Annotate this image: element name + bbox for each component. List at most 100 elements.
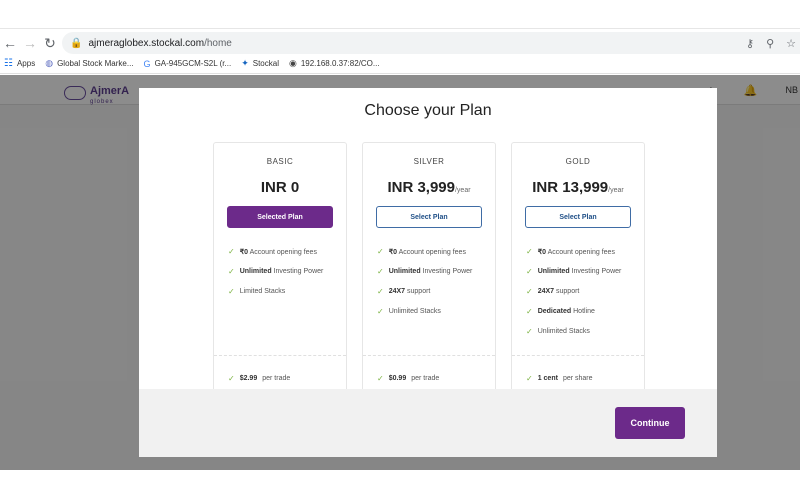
feature-rest: Limited Stacks <box>239 288 286 295</box>
feature-rest: support <box>556 288 580 295</box>
checkmark-icon: ✓ <box>377 267 384 276</box>
bookmarks-bar: ☷ Apps ◍ Global Stock Marke... G GA-945GCM-S2… <box>0 54 800 74</box>
plan-feature: ✓ Unlimited Investing Power <box>377 267 472 276</box>
feature-highlight: 24X7 <box>537 288 555 295</box>
gigabyte-icon: G <box>143 58 151 69</box>
select-plan-button[interactable]: Select Plan <box>376 206 482 228</box>
trade-fee-unit: per trade <box>411 375 440 382</box>
feature-text: ₹0 Account opening fees <box>538 248 615 256</box>
plan-price: INR 13,999/year <box>512 179 644 196</box>
checkmark-icon: ✓ <box>526 307 533 316</box>
plan-price-period: /year <box>454 187 471 194</box>
checkmark-icon: ✓ <box>526 374 533 383</box>
plan-card-basic[interactable]: BASIC INR 0 Selected Plan ✓ ₹0 Account openi… <box>213 142 347 402</box>
plan-feature: ✓ ₹0 Account opening fees <box>228 247 317 256</box>
globe-icon: ◍ <box>45 58 54 68</box>
checkmark-icon: ✓ <box>377 374 384 383</box>
plan-trade-fee: ✓ 1 cent per share <box>526 374 593 383</box>
feature-highlight: ₹0 <box>388 248 398 256</box>
bookmark-item[interactable]: ✦ Stockal <box>241 58 279 69</box>
feature-highlight: Unlimited <box>388 268 421 275</box>
feature-rest: Hotline <box>573 308 595 315</box>
plan-feature: ✓ Limited Stacks <box>228 287 285 296</box>
reload-icon[interactable]: ↻ <box>40 33 60 53</box>
checkmark-icon: ✓ <box>228 287 235 296</box>
feature-rest: support <box>407 288 431 295</box>
feature-text: ₹0 Account opening fees <box>240 248 317 256</box>
forward-arrow-icon[interactable]: → <box>20 33 40 53</box>
feature-rest: Unlimited Stacks <box>537 328 590 335</box>
back-arrow-icon[interactable]: ← <box>0 33 20 53</box>
feature-text: Unlimited Investing Power <box>240 268 324 275</box>
plan-price-value: INR 3,999 <box>387 179 455 196</box>
feature-text: Unlimited Stacks <box>538 328 590 335</box>
feature-highlight: ₹0 <box>239 248 249 256</box>
feature-rest: Account opening fees <box>249 248 317 256</box>
choose-plan-modal: Choose your Plan BASIC INR 0 Selected Plan… <box>139 88 717 457</box>
feature-text: Unlimited Investing Power <box>538 268 622 275</box>
star-icon[interactable]: ☆ <box>786 37 796 50</box>
checkmark-icon: ✓ <box>377 287 384 296</box>
selected-plan-button[interactable]: Selected Plan <box>227 206 333 228</box>
plan-price-value: INR 0 <box>260 179 300 196</box>
checkmark-icon: ✓ <box>228 374 235 383</box>
trade-fee-value: $0.99 <box>388 375 407 382</box>
trade-fee-unit: per share <box>562 375 593 382</box>
plan-feature: ✓ 24X7 support <box>526 287 579 296</box>
plan-feature: ✓ Dedicated Hotline <box>526 307 595 316</box>
card-divider <box>512 355 644 356</box>
feature-text: Dedicated Hotline <box>538 308 595 315</box>
feature-highlight: Unlimited <box>239 268 272 275</box>
plan-name: GOLD <box>565 157 591 166</box>
plan-card-silver[interactable]: SILVER INR 3,999/year Select Plan ✓ ₹0 Accou… <box>362 142 496 402</box>
bookmark-item[interactable]: ☷ Apps <box>4 58 35 69</box>
plan-feature: ✓ ₹0 Account opening fees <box>377 247 466 256</box>
key-icon[interactable]: ⚷ <box>746 37 754 50</box>
plan-feature: ✓ Unlimited Stacks <box>377 307 441 316</box>
feature-rest: Investing Power <box>273 268 324 275</box>
browser-toolbar: ← → ↻ 🔒 ajmeraglobex.stockal.com/home ⚷ … <box>0 32 800 54</box>
feature-rest: Account opening fees <box>547 248 615 256</box>
checkmark-icon: ✓ <box>526 267 533 276</box>
tab-strip <box>0 0 800 32</box>
checkmark-icon: ✓ <box>526 327 533 336</box>
continue-button[interactable]: Continue <box>615 407 685 439</box>
checkmark-icon: ✓ <box>377 247 384 256</box>
zoom-icon[interactable]: ⚲ <box>766 37 774 50</box>
bottom-strip <box>0 470 800 500</box>
trade-fee-value: 1 cent <box>537 375 558 382</box>
trade-fee-value: $2.99 <box>239 375 258 382</box>
bookmark-label: Stockal <box>252 59 279 68</box>
modal-footer: Continue <box>139 389 717 457</box>
bookmark-item[interactable]: ◍ Global Stock Marke... <box>45 58 133 69</box>
feature-highlight: Dedicated <box>537 308 572 315</box>
checkmark-icon: ✓ <box>228 267 235 276</box>
feature-rest: Investing Power <box>571 268 622 275</box>
bookmark-label: Apps <box>16 59 36 68</box>
checkmark-icon: ✓ <box>228 247 235 256</box>
checkmark-icon: ✓ <box>526 247 533 256</box>
plan-feature: ✓ Unlimited Investing Power <box>228 267 323 276</box>
feature-rest: Account opening fees <box>398 248 466 256</box>
plan-price: INR 0 <box>214 179 346 196</box>
plan-trade-fee: ✓ $0.99 per trade <box>377 374 439 383</box>
feature-rest: Investing Power <box>422 268 473 275</box>
plan-price: INR 3,999/year <box>363 179 495 196</box>
select-plan-button[interactable]: Select Plan <box>525 206 631 228</box>
feature-text: 24X7 support <box>389 288 431 295</box>
plan-name: BASIC <box>266 157 294 166</box>
web-icon: ◉ <box>288 58 297 68</box>
apps-grid-icon: ☷ <box>4 58 13 69</box>
modal-title: Choose your Plan <box>364 102 492 119</box>
bookmark-item[interactable]: G GA-945GCM-S2L (r... <box>144 59 232 69</box>
stockal-icon: ✦ <box>241 58 249 68</box>
feature-rest: Unlimited Stacks <box>388 308 441 315</box>
bookmark-label: GA-945GCM-S2L (r... <box>154 59 232 68</box>
bookmark-item[interactable]: ◉ 192.168.0.37:82/CO... <box>289 58 380 69</box>
plan-card-gold[interactable]: GOLD INR 13,999/year Select Plan ✓ ₹0 Accoun… <box>511 142 645 402</box>
address-bar[interactable]: 🔒 ajmeraglobex.stockal.com/home ⚷ ⚲ ☆ <box>62 32 800 54</box>
feature-text: Limited Stacks <box>240 288 286 295</box>
card-divider <box>363 355 495 356</box>
plan-trade-fee: ✓ $2.99 per trade <box>228 374 290 383</box>
feature-highlight: Unlimited <box>537 268 570 275</box>
